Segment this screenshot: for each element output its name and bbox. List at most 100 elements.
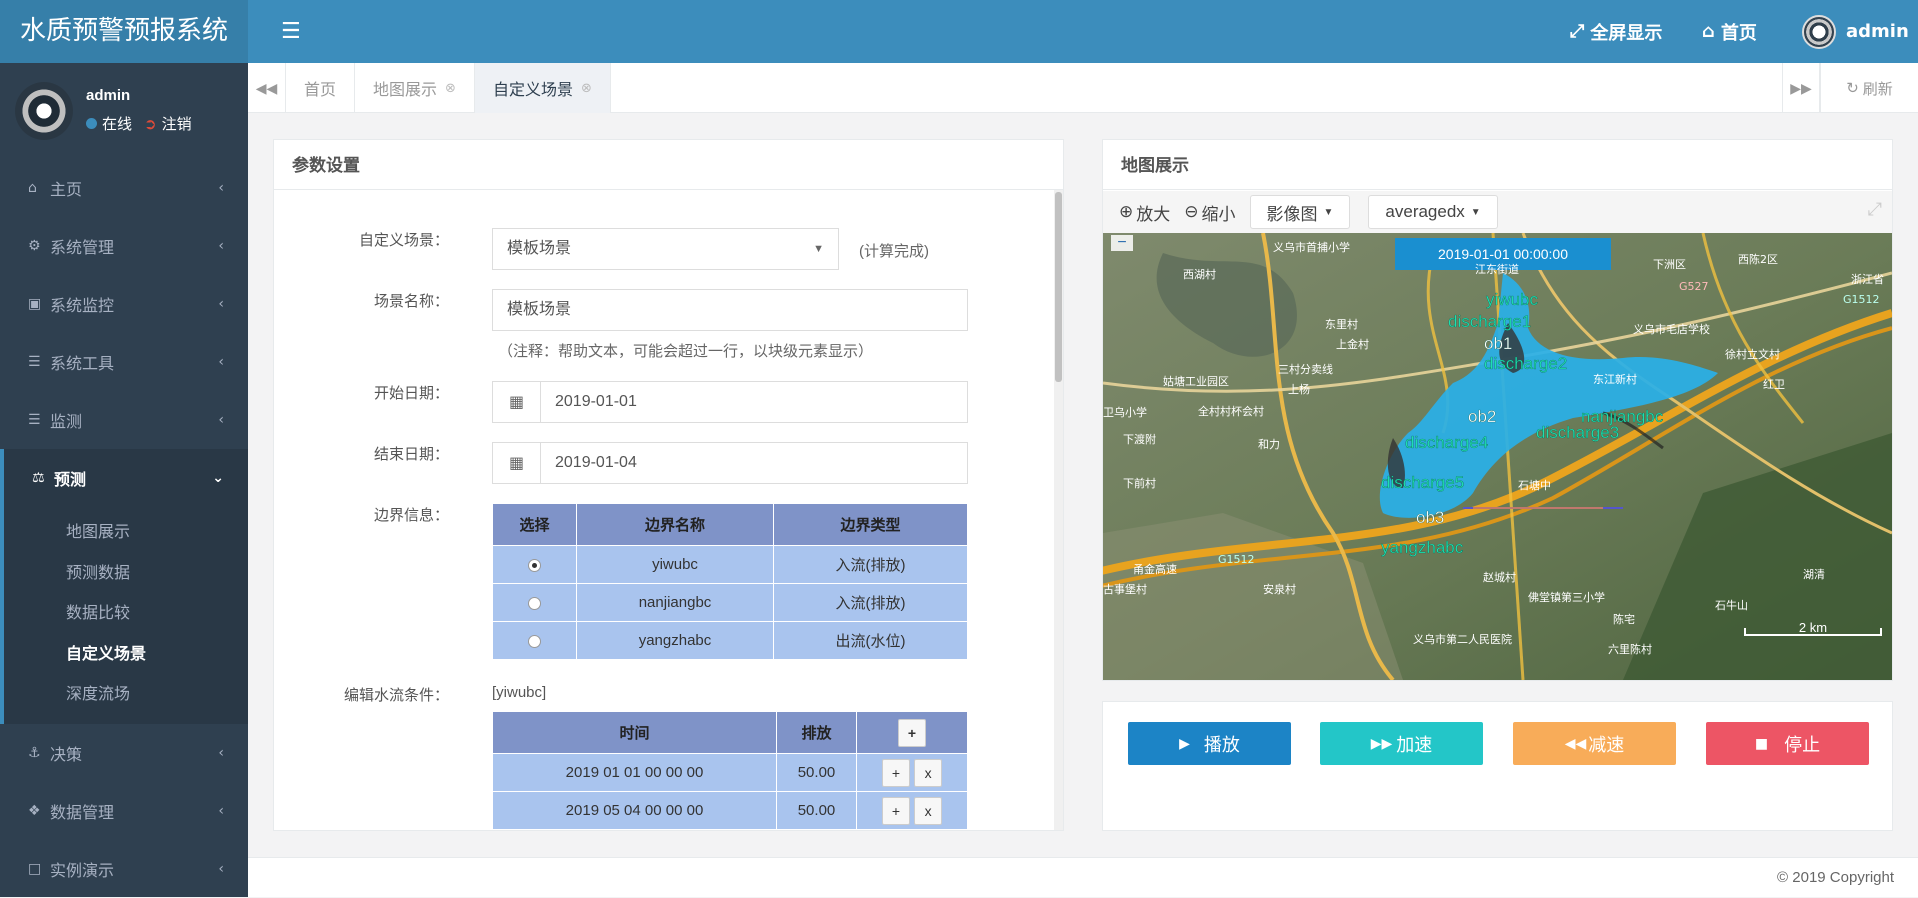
end-date-input[interactable]: 2019-01-04: [540, 442, 968, 484]
home-button[interactable]: ⌂ 首页: [1702, 0, 1757, 63]
svg-text:甬金高速: 甬金高速: [1133, 562, 1177, 576]
sidebar-item-home[interactable]: ⌂ 主页 ‹: [0, 159, 248, 217]
fullscreen-label: 全屏显示: [1590, 22, 1663, 44]
delete-row-button[interactable]: x: [914, 796, 943, 825]
user-menu[interactable]: admin: [1802, 0, 1909, 63]
svg-text:安泉村: 安泉村: [1263, 582, 1296, 596]
slower-button[interactable]: ◀◀ 减速: [1513, 722, 1676, 765]
sidebar-item-monitoring[interactable]: ☰ 监测 ‹: [0, 391, 248, 449]
sidebar-item-decision[interactable]: ⚓ 决策 ‹: [0, 724, 248, 782]
scene-select[interactable]: 模板场景 ▼: [492, 228, 839, 270]
home-label: 首页: [1720, 22, 1757, 44]
end-date-label: 结束日期：: [373, 446, 449, 463]
table-row[interactable]: yangzhabc 出流(水位): [492, 621, 968, 660]
map-label: ob1: [1484, 334, 1512, 353]
map-canvas[interactable]: 2019-01-01 00:00:00 2 km yiwubc discharg…: [1103, 233, 1892, 680]
calendar-icon[interactable]: ▦: [492, 381, 540, 423]
flow-selected: [yiwubc]: [492, 684, 547, 701]
stop-button[interactable]: ■ 停止: [1706, 722, 1869, 765]
radio-button[interactable]: [528, 596, 541, 610]
subitem-depth-flow[interactable]: 深度流场: [4, 675, 248, 716]
svg-text:G1512: G1512: [1843, 293, 1880, 306]
scene-status: (计算完成): [859, 243, 929, 260]
add-row-button[interactable]: +: [898, 718, 926, 747]
stop-icon: ■: [1754, 735, 1769, 752]
fullscreen-button[interactable]: ⤢ 全屏显示: [1570, 0, 1662, 63]
logout-link[interactable]: ➲ 注销: [144, 113, 192, 134]
svg-text:姑塘工业园区: 姑塘工业园区: [1163, 374, 1229, 388]
tab-map-display[interactable]: 地图展示 ⊗: [355, 63, 475, 113]
subitem-forecast-data[interactable]: 预测数据: [4, 554, 248, 595]
svg-text:上金村: 上金村: [1336, 337, 1369, 351]
layer-dropdown[interactable]: 影像图 ▼: [1249, 195, 1351, 229]
database-icon: ☰: [28, 412, 41, 428]
variable-dropdown[interactable]: averagedx ▼: [1368, 195, 1498, 229]
caret-down-icon: ▼: [1470, 206, 1481, 218]
tab-scroll-left-icon[interactable]: ◀◀: [248, 63, 286, 113]
sidebar-item-forecast[interactable]: ⚖ 预测 ⌄: [0, 449, 248, 507]
forecast-submenu: 地图展示 预测数据 数据比较 自定义场景 深度流场: [0, 507, 248, 724]
svg-text:古事堡村: 古事堡村: [1103, 582, 1147, 596]
sidebar-item-system-management[interactable]: ⚙ 系统管理 ‹: [0, 217, 248, 275]
zoom-out-button[interactable]: ⊖ 缩小: [1184, 200, 1235, 225]
app-logo-title[interactable]: 水质预警预报系统: [0, 0, 248, 63]
play-button[interactable]: ▶ 播放: [1128, 722, 1291, 765]
svg-text:西湖村: 西湖村: [1183, 267, 1216, 281]
satellite-map: 2019-01-01 00:00:00 2 km yiwubc discharg…: [1103, 233, 1892, 680]
tab-scroll-right-icon[interactable]: ▶▶: [1782, 63, 1820, 113]
flow-table: 时间 排放 + 2019 01 01 00 00 00 50.00 + x 20…: [492, 711, 968, 830]
chevron-left-icon: ‹: [218, 860, 224, 877]
name-help-text: （注释：帮助文本，可能会超过一行，以块级元素显示）: [498, 343, 874, 360]
fullscreen-map-icon[interactable]: ⤢: [1868, 199, 1882, 220]
table-row[interactable]: yiwubc 入流(排放): [492, 545, 968, 584]
delete-row-button[interactable]: x: [914, 758, 943, 787]
radio-button[interactable]: [528, 634, 541, 648]
calendar-icon[interactable]: ▦: [492, 442, 540, 484]
caret-down-icon: ▼: [813, 243, 824, 255]
map-timestamp: 2019-01-01 00:00:00: [1438, 246, 1568, 262]
sidebar-item-system-tools[interactable]: ☰ 系统工具 ‹: [0, 333, 248, 391]
col-boundary-name: 边界名称: [576, 503, 774, 546]
close-icon[interactable]: ⊗: [445, 80, 456, 96]
svg-text:佛堂镇第三小学: 佛堂镇第三小学: [1528, 590, 1605, 604]
online-status: 在线: [86, 113, 132, 134]
sidebar-item-system-monitor[interactable]: ▣ 系统监控 ‹: [0, 275, 248, 333]
scale-icon: ⚖: [32, 470, 45, 486]
chevron-left-icon: ‹: [218, 412, 224, 428]
map-zoom-out-control[interactable]: −: [1117, 234, 1126, 251]
zoom-in-button[interactable]: ⊕ 放大: [1119, 200, 1170, 225]
tab-custom-scene[interactable]: 自定义场景 ⊗: [474, 63, 611, 113]
svg-text:浙江省: 浙江省: [1851, 273, 1884, 286]
scene-name-input[interactable]: 模板场景: [492, 289, 968, 331]
subitem-map-display[interactable]: 地图展示: [4, 513, 248, 554]
refresh-button[interactable]: ↻ 刷新: [1820, 63, 1918, 113]
svg-text:上杨: 上杨: [1288, 382, 1310, 396]
subitem-data-compare[interactable]: 数据比较: [4, 594, 248, 635]
name-label: 场景名称：: [373, 293, 449, 310]
avatar: [1802, 14, 1836, 49]
table-row[interactable]: nanjiangbc 入流(排放): [492, 583, 968, 622]
radio-button[interactable]: [528, 558, 541, 572]
insert-row-button[interactable]: +: [881, 758, 910, 787]
top-navbar: 水质预警预报系统 ☰ ⤢ 全屏显示 ⌂ 首页 admin: [0, 0, 1918, 63]
svg-text:西陈2区: 西陈2区: [1738, 252, 1778, 266]
map-label: yangzhabc: [1381, 538, 1464, 557]
sidebar-item-data-management[interactable]: ❖ 数据管理 ‹: [0, 782, 248, 840]
start-date-input[interactable]: 2019-01-01: [540, 381, 968, 423]
scrollbar-thumb[interactable]: [1055, 192, 1062, 382]
subitem-custom-scene[interactable]: 自定义场景: [4, 635, 248, 676]
tab-home[interactable]: 首页: [286, 63, 356, 113]
menu-toggle-icon[interactable]: ☰: [281, 18, 301, 44]
faster-button[interactable]: ▶▶ 加速: [1320, 722, 1483, 765]
insert-row-button[interactable]: +: [881, 796, 910, 825]
boundary-label: 边界信息：: [373, 507, 449, 524]
svg-text:三村分卖线: 三村分卖线: [1278, 362, 1333, 376]
list-icon: ☰: [28, 354, 41, 370]
sidebar-item-demo[interactable]: □ 实例演示 ‹: [0, 840, 248, 898]
user-panel-name: admin: [86, 87, 131, 104]
params-title: 参数设置: [274, 140, 1063, 190]
play-icon: ▶: [1179, 735, 1190, 752]
close-icon[interactable]: ⊗: [581, 80, 592, 96]
svg-text:卫乌小学: 卫乌小学: [1103, 405, 1147, 419]
svg-text:G527: G527: [1679, 280, 1709, 293]
